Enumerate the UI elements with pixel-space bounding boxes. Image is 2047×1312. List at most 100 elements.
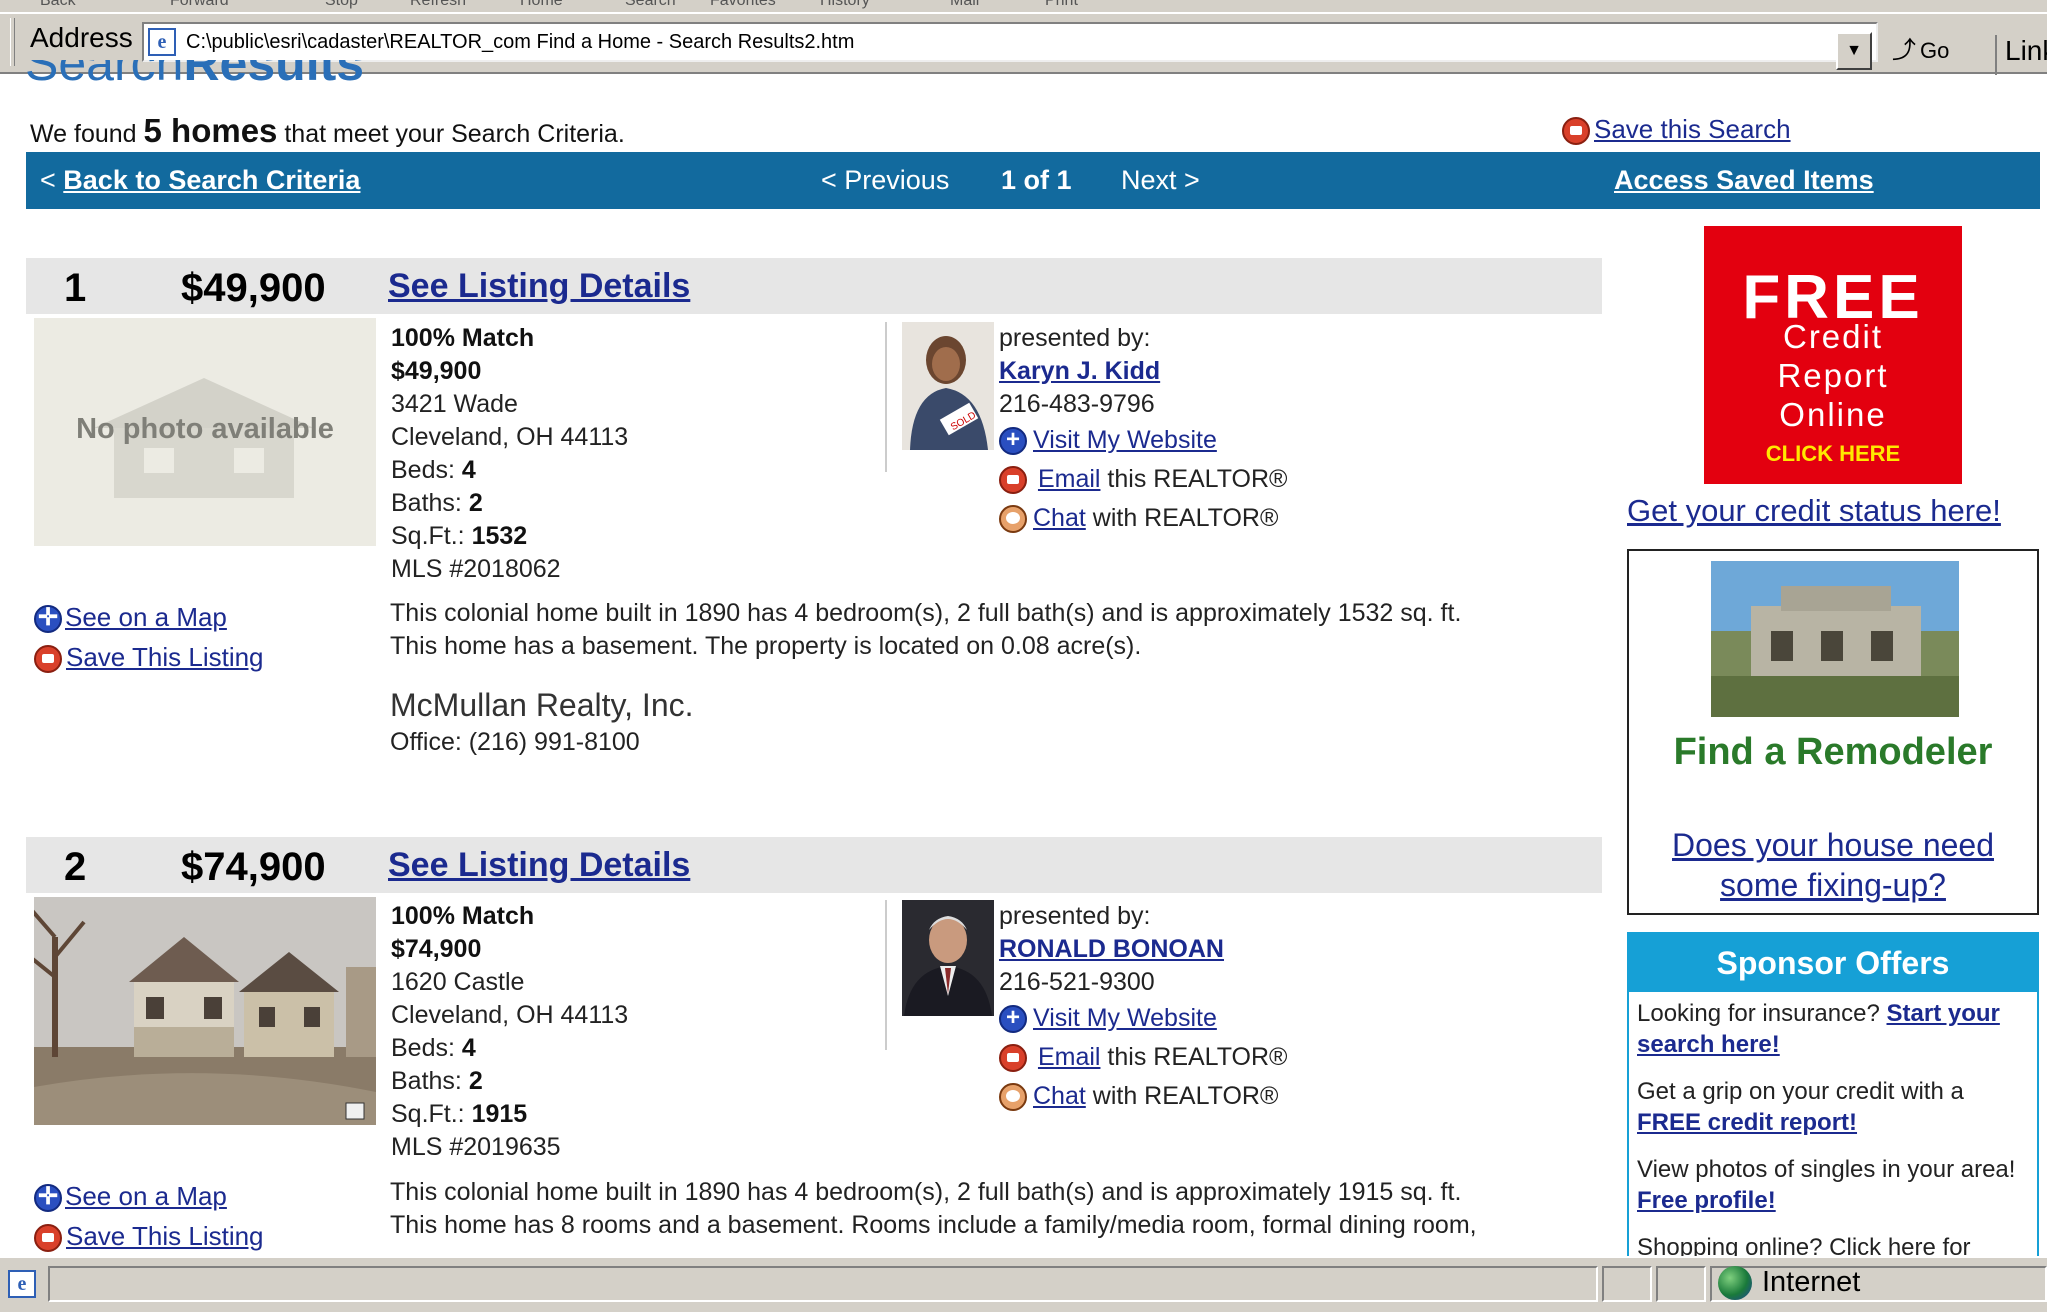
toolbar-grip[interactable] [10, 18, 15, 66]
save-listing-link[interactable]: Save This Listing [34, 1216, 264, 1254]
address-value[interactable]: C:\public\esri\cadaster\REALTOR_com Find… [186, 31, 854, 54]
email-row: Email this REALTOR® [999, 463, 1287, 496]
toolbar-print-label[interactable]: Print [1045, 0, 1078, 10]
save-search-link[interactable]: Save this Search [1562, 114, 1791, 146]
baths-label: Baths: [391, 1067, 462, 1095]
page-indicator: 1 of 1 [1001, 165, 1072, 195]
page-title-part1: Search [25, 60, 184, 90]
back-to-criteria-label[interactable]: Back to Search Criteria [63, 165, 360, 195]
agent-name-link[interactable]: RONALD BONOAN [999, 933, 1224, 966]
results-nav-bar: < Back to Search Criteria < Previous 1 o… [26, 152, 2040, 209]
listing-sqft: Sq.Ft.: 1915 [391, 1098, 628, 1131]
description-line: This colonial home built in 1890 has 4 b… [390, 599, 1462, 627]
listing-photo-placeholder[interactable]: No photo available [34, 318, 376, 546]
ruins-photo [1711, 561, 1959, 717]
toolbar-stop-label[interactable]: Stop [325, 0, 358, 10]
visit-website-link[interactable]: Visit My Website [1033, 1004, 1217, 1032]
listing-description: This colonial home built in 1890 has 4 b… [390, 597, 1680, 663]
description-line: This home has 8 rooms and a basement. Ro… [390, 1211, 1477, 1239]
listing-header: 1 $49,900 See Listing Details [26, 258, 1602, 314]
ie-page-icon: e [148, 28, 176, 56]
visit-website-link[interactable]: Visit My Website [1033, 426, 1217, 454]
remodeler-question-link[interactable]: Does your house need some fixing-up? [1629, 825, 2037, 905]
access-saved-items-link[interactable]: Access Saved Items [1614, 165, 1874, 196]
email-icon [999, 1044, 1027, 1073]
toolbar-search-label[interactable]: Search [625, 0, 676, 10]
results-count: 5 homes [143, 112, 278, 149]
status-message-pane [48, 1266, 1598, 1302]
save-search-label[interactable]: Save this Search [1594, 114, 1791, 144]
listing-city: Cleveland, OH 44113 [391, 1001, 629, 1029]
credit-status-link[interactable]: Get your credit status here! [1627, 493, 2001, 529]
remodeler-ad[interactable]: Find a Remodeler Does your house need so… [1627, 549, 2039, 915]
office-name: McMullan Realty, Inc. [390, 687, 694, 723]
agent-divider [885, 322, 887, 472]
previous-page-link[interactable]: < Previous [821, 165, 949, 196]
toolbar-back-label[interactable]: Back [40, 0, 76, 10]
security-zone: Internet [1718, 1266, 1861, 1301]
house-photo [34, 897, 376, 1125]
offer-link[interactable]: FREE credit report! [1637, 1109, 1857, 1136]
listing-mls: MLS #2018062 [391, 555, 561, 583]
security-zone-label: Internet [1762, 1266, 1861, 1298]
agent-name-link[interactable]: Karyn J. Kidd [999, 355, 1160, 388]
listing-photo[interactable] [34, 897, 376, 1125]
toolbar-history-label[interactable]: History [820, 0, 870, 10]
back-to-criteria-link[interactable]: < Back to Search Criteria [40, 165, 360, 196]
email-link[interactable]: Email [1038, 465, 1101, 493]
see-on-map-link[interactable]: ✛ See on a Map [34, 1176, 227, 1216]
agent-portrait-icon [902, 900, 994, 1016]
email-row: Email this REALTOR® [999, 1041, 1287, 1074]
toolbar-refresh-label[interactable]: Refresh [410, 0, 466, 10]
listing-description: This colonial home built in 1890 has 4 b… [390, 1176, 1680, 1254]
chevron-down-icon: ▼ [1846, 42, 1862, 59]
chat-link[interactable]: Chat [1033, 1082, 1086, 1110]
beds-value: 4 [461, 456, 476, 484]
listing-price: $49,900 [181, 266, 326, 310]
toolbar-home-label[interactable]: Home [520, 0, 563, 10]
free-credit-report-ad[interactable]: FREE Credit Report Online CLICK HERE [1704, 226, 1962, 484]
sqft-label: Sq.Ft.: [391, 522, 465, 550]
see-on-map-label[interactable]: See on a Map [65, 1181, 227, 1211]
see-on-map-link[interactable]: ✛ See on a Map [34, 597, 227, 637]
listing-baths: Baths: 2 [391, 1065, 628, 1098]
email-suffix: this REALTOR® [1107, 465, 1288, 493]
save-listing-label[interactable]: Save This Listing [66, 1221, 264, 1251]
remodeler-question-line[interactable]: some fixing-up? [1720, 867, 1946, 903]
baths-value: 2 [468, 1067, 483, 1095]
chat-link[interactable]: Chat [1033, 504, 1086, 532]
toolbar-forward-label[interactable]: Forward [170, 0, 229, 10]
address-input[interactable]: e C:\public\esri\cadaster\REALTOR_com Fi… [142, 22, 1878, 62]
address-dropdown-button[interactable]: ▼ [1836, 32, 1872, 70]
ad-free-line: Report [1777, 357, 1889, 394]
sponsor-offers-box: Sponsor Offers Looking for insurance? St… [1627, 932, 2039, 1260]
save-listing-link[interactable]: Save This Listing [34, 637, 264, 677]
see-listing-details-link[interactable]: See Listing Details [388, 846, 690, 885]
next-page-link[interactable]: Next > [1121, 165, 1200, 196]
agent-photo[interactable] [902, 900, 994, 1016]
toolbar-mail-label[interactable]: Mail [950, 0, 979, 10]
ad-click-here: CLICK HERE [1765, 441, 1901, 466]
back-chevron: < [40, 165, 56, 195]
listing-city: Cleveland, OH 44113 [391, 423, 629, 451]
globe-icon [1718, 1266, 1752, 1301]
see-on-map-label[interactable]: See on a Map [65, 602, 227, 632]
email-link[interactable]: Email [1038, 1043, 1101, 1071]
save-icon [34, 645, 62, 674]
chat-suffix: with REALTOR® [1092, 1082, 1279, 1110]
go-arrow-icon: ⤴ [1892, 37, 1916, 64]
links-button[interactable]: Links [1995, 35, 2047, 75]
address-label: Address [30, 22, 133, 53]
agent-block: presented by: RONALD BONOAN 216-521-9300… [999, 900, 1399, 1120]
see-listing-details-link[interactable]: See Listing Details [388, 267, 690, 306]
listing-street: 3421 Wade [391, 390, 518, 418]
offer-link[interactable]: Free profile! [1637, 1187, 1776, 1214]
agent-photo[interactable]: SOLD [902, 322, 994, 450]
go-button[interactable]: ⤴ Go [1892, 31, 1988, 71]
listing-price-line: $49,900 [391, 357, 482, 385]
toolbar-favorites-label[interactable]: Favorites [710, 0, 776, 10]
remodeler-question-line[interactable]: Does your house need [1672, 827, 1994, 863]
results-summary-prefix: We found [30, 120, 137, 148]
save-listing-label[interactable]: Save This Listing [66, 642, 264, 672]
listing-mls: MLS #2019635 [391, 1133, 561, 1161]
